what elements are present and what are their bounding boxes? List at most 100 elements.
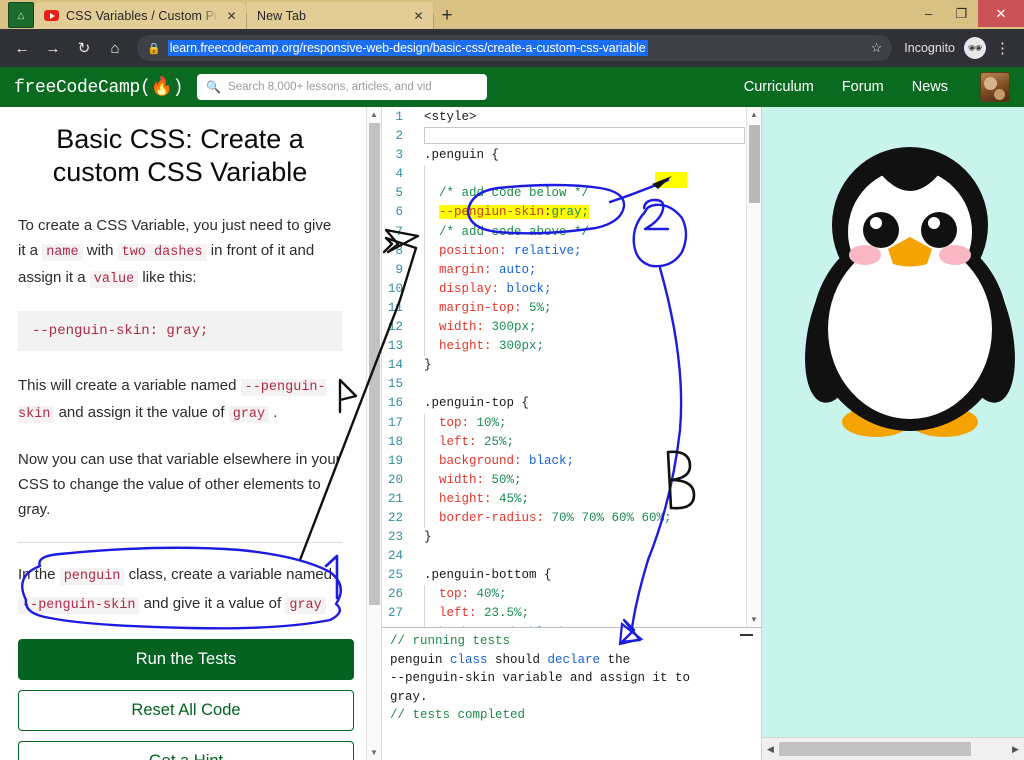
scrollbar-thumb[interactable] xyxy=(779,742,971,756)
code-line-text[interactable]: .penguin-bottom { xyxy=(412,566,552,585)
code-line-text[interactable]: .penguin { xyxy=(412,146,499,165)
code-token: <style> xyxy=(424,110,477,124)
scroll-up-icon[interactable]: ▲ xyxy=(747,107,761,122)
scroll-down-icon[interactable]: ▼ xyxy=(367,745,381,760)
code-editor[interactable]: 1 <style> 2 3 .penguin {4 5/* add code below … xyxy=(382,107,762,627)
nav-link-news[interactable]: News xyxy=(912,79,948,95)
minimize-icon[interactable] xyxy=(740,634,753,636)
code-line-text[interactable]: left: 23.5%; xyxy=(424,604,529,624)
browser-menu-icon[interactable]: ⋮ xyxy=(989,39,1016,57)
scroll-up-icon[interactable]: ▲ xyxy=(367,107,381,122)
scrollbar-thumb[interactable] xyxy=(749,125,760,203)
code-line-text[interactable]: /* add code below */ xyxy=(424,184,589,204)
code-line[interactable]: 4 xyxy=(382,165,761,185)
scroll-left-icon[interactable]: ◀ xyxy=(762,744,779,755)
code-line[interactable]: 19 background: black; xyxy=(382,451,761,471)
run-tests-button[interactable]: Run the Tests xyxy=(18,638,354,680)
code-line-text[interactable]: top: 40%; xyxy=(424,585,507,605)
code-line-text[interactable]: width: 300px; xyxy=(424,318,537,338)
code-lines[interactable]: 1 <style> 2 3 .penguin {4 5/* add code below … xyxy=(382,107,761,627)
code-line[interactable]: 14} xyxy=(382,356,761,375)
code-line[interactable]: 15 xyxy=(382,375,761,394)
code-line-text[interactable]: margin: auto; xyxy=(424,260,537,280)
preview-horizontal-scrollbar[interactable]: ◀ ▶ xyxy=(762,737,1024,760)
code-line-text[interactable]: } xyxy=(412,356,432,375)
editor-scrollbar[interactable]: ▲ ▼ xyxy=(746,107,761,627)
nav-link-curriculum[interactable]: Curriculum xyxy=(744,79,814,95)
window-minimize-button[interactable]: – xyxy=(912,0,945,27)
code-line[interactable]: 27 left: 23.5%; xyxy=(382,604,761,624)
code-line-text[interactable] xyxy=(424,165,439,185)
code-line[interactable]: 12 width: 300px; xyxy=(382,318,761,338)
scrollbar-thumb[interactable] xyxy=(369,123,380,605)
code-line[interactable]: 26 top: 40%; xyxy=(382,585,761,605)
code-line-text[interactable] xyxy=(412,127,424,146)
scroll-right-icon[interactable]: ▶ xyxy=(1007,744,1024,755)
code-line[interactable]: 25 .penguin-bottom { xyxy=(382,566,761,585)
code-line-text[interactable] xyxy=(412,375,424,394)
code-line[interactable]: 10 display: block; xyxy=(382,279,761,299)
code-line[interactable]: 18 left: 25%; xyxy=(382,432,761,452)
reset-all-code-button[interactable]: Reset All Code xyxy=(18,689,354,731)
code-line[interactable]: 16 .penguin-top { xyxy=(382,394,761,413)
code-line-text[interactable]: } xyxy=(412,528,432,547)
code-line[interactable]: 24 xyxy=(382,547,761,566)
code-line[interactable]: 11 margin-top: 5%; xyxy=(382,298,761,319)
code-line-text[interactable]: .penguin-top { xyxy=(412,394,529,413)
code-line[interactable]: 9 margin: auto; xyxy=(382,260,761,280)
code-line[interactable]: 23} xyxy=(382,528,761,547)
window-maximize-button[interactable]: ❐ xyxy=(945,0,978,27)
browser-tab-1[interactable]: New Tab ✕ xyxy=(247,2,433,29)
address-bar[interactable]: 🔒 learn.freecodecamp.org/responsive-web-… xyxy=(137,35,893,61)
nav-link-forum[interactable]: Forum xyxy=(842,79,884,95)
code-line[interactable]: 6 --pengiun-skin:gray; xyxy=(382,203,761,223)
code-line[interactable]: 1 <style> xyxy=(382,108,761,127)
back-icon[interactable]: ← xyxy=(8,34,36,62)
avatar[interactable] xyxy=(980,72,1010,102)
forward-icon[interactable]: → xyxy=(39,34,67,62)
browser-tab-0[interactable]: CSS Variables / Custom Properties ✕ xyxy=(34,2,246,29)
tab-close-icon[interactable]: ✕ xyxy=(412,9,425,23)
code-line[interactable]: 22 border-radius: 70% 70% 60% 60%; xyxy=(382,508,761,529)
code-line-text[interactable]: border-radius: 70% 70% 60% 60%; xyxy=(424,508,672,529)
code-token: 25%; xyxy=(476,434,515,449)
code-line[interactable]: 5 /* add code below */ xyxy=(382,184,761,204)
app-icon[interactable]: △ xyxy=(8,2,34,28)
window-close-button[interactable]: ✕ xyxy=(978,0,1024,27)
scroll-down-icon[interactable]: ▼ xyxy=(747,612,761,627)
code-line-text[interactable]: margin-top: 5%; xyxy=(424,298,552,319)
tab-close-icon[interactable]: ✕ xyxy=(225,9,238,23)
code-line[interactable]: 7 /* add code above */ xyxy=(382,222,761,242)
code-line-text[interactable]: <style> xyxy=(412,108,477,127)
code-line-text[interactable]: background: black; xyxy=(424,451,574,471)
code-line-text[interactable]: width: 50%; xyxy=(424,470,522,490)
reload-icon[interactable]: ↻ xyxy=(70,34,98,62)
code-line-text[interactable]: display: block; xyxy=(424,279,552,299)
get-a-hint-button[interactable]: Get a Hint xyxy=(18,740,354,760)
code-line-text[interactable]: top: 10%; xyxy=(424,413,507,433)
search-input[interactable]: 🔍 Search 8,000+ lessons, articles, and v… xyxy=(197,74,488,100)
code-line-text[interactable]: left: 25%; xyxy=(424,432,515,452)
code-line[interactable]: 17 top: 10%; xyxy=(382,413,761,433)
test-output-lines: // running tests penguin class should dec… xyxy=(390,632,751,725)
bookmark-star-icon[interactable]: ☆ xyxy=(871,40,883,56)
new-tab-button[interactable]: + xyxy=(434,3,460,29)
code-line-text[interactable] xyxy=(412,547,424,566)
browser-titlebar: △ CSS Variables / Custom Properties ✕ Ne… xyxy=(0,0,1024,29)
incognito-avatar-icon[interactable]: 🕶 xyxy=(964,37,986,59)
code-line[interactable]: 20 width: 50%; xyxy=(382,470,761,490)
freecodecamp-logo[interactable]: freeCodeCamp(🔥) xyxy=(14,76,183,98)
home-icon[interactable]: ⌂ xyxy=(101,34,129,62)
code-line-text[interactable]: /* add code above */ xyxy=(424,222,589,242)
code-line[interactable]: 3 .penguin { xyxy=(382,146,761,165)
code-line-text[interactable]: height: 300px; xyxy=(424,337,544,357)
lesson-scrollbar[interactable]: ▲ ▼ xyxy=(366,107,381,760)
code-line[interactable]: 13 height: 300px; xyxy=(382,337,761,357)
code-line[interactable]: 8 position: relative; xyxy=(382,241,761,261)
code-line-text[interactable]: height: 45%; xyxy=(424,489,529,509)
code-line[interactable]: 21 height: 45%; xyxy=(382,489,761,509)
code-line-text[interactable]: position: relative; xyxy=(424,241,582,261)
code-line-text[interactable]: --pengiun-skin:gray; xyxy=(424,203,590,223)
code-token: 50%; xyxy=(484,472,522,487)
test-token: // running tests xyxy=(390,634,511,648)
